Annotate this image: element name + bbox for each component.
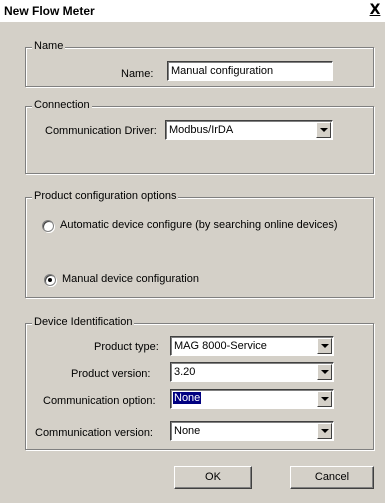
communication-option-value: None [173,392,202,404]
name-label: Name: [121,68,154,80]
cancel-button[interactable]: Cancel [290,466,374,489]
manual-config-radio[interactable] [44,274,56,286]
name-group-legend: Name [32,40,66,52]
chevron-down-icon[interactable] [317,391,332,407]
device-identification-legend: Device Identification [32,316,135,328]
communication-version-dropdown[interactable]: None [170,421,334,441]
connection-group: Connection [25,99,374,174]
product-type-dropdown[interactable]: MAG 8000-Service [170,336,334,356]
communication-driver-label: Communication Driver: [45,125,157,137]
new-flow-meter-dialog: New Flow Meter X Name Name: Manual confi… [0,0,385,503]
connection-group-legend: Connection [32,99,92,111]
chevron-down-icon[interactable] [317,338,332,354]
product-version-value: 3.20 [174,366,196,378]
communication-version-value: None [174,425,201,437]
ok-button[interactable]: OK [174,466,252,489]
close-icon[interactable]: X [367,3,383,18]
communication-version-label: Communication version: [35,427,153,439]
product-version-dropdown[interactable]: 3.20 [170,362,334,382]
radio-selected-dot [48,278,52,282]
title-bar[interactable]: New Flow Meter X [0,0,385,22]
window-title: New Flow Meter [4,4,95,18]
communication-option-label: Communication option: [43,395,156,407]
auto-config-label[interactable]: Automatic device configure (by searching… [60,219,338,231]
name-input[interactable]: Manual configuration [167,61,333,81]
chevron-down-icon[interactable] [317,364,332,380]
communication-driver-dropdown[interactable]: Modbus/IrDA [165,120,333,140]
chevron-down-icon[interactable] [316,122,331,138]
communication-option-dropdown[interactable]: None [170,389,334,409]
manual-config-label[interactable]: Manual device configuration [62,273,199,285]
auto-config-radio[interactable] [42,220,54,232]
product-type-label: Product type: [94,341,159,353]
chevron-down-icon[interactable] [317,423,332,439]
product-type-value: MAG 8000-Service [174,340,267,352]
product-config-group-legend: Product configuration options [32,190,179,202]
product-version-label: Product version: [71,368,151,380]
communication-driver-value: Modbus/IrDA [169,124,234,136]
